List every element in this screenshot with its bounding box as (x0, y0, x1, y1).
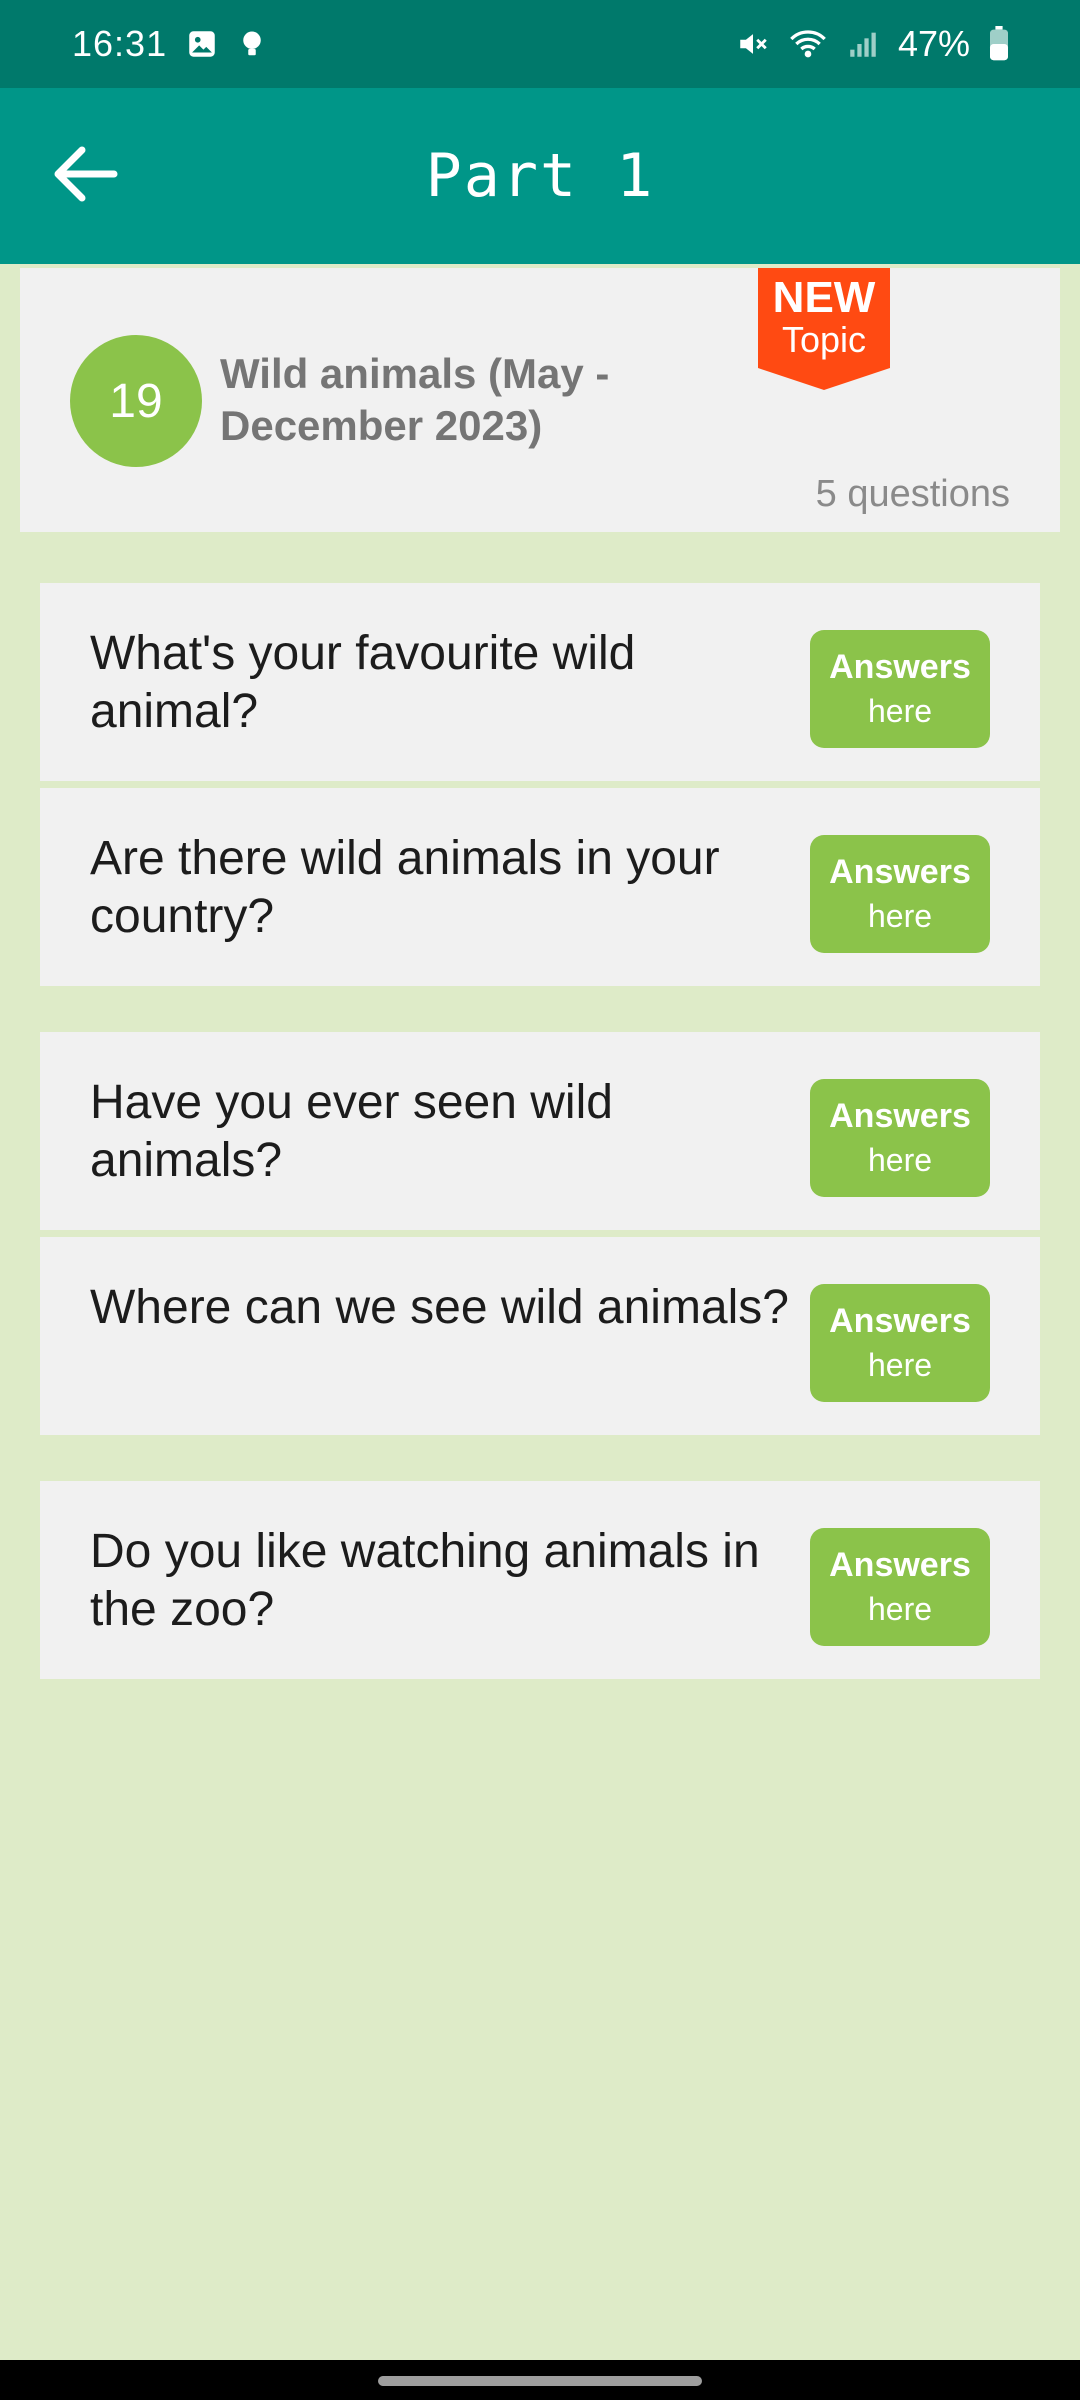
answers-button-label: Answers (829, 1546, 971, 1584)
bulb-icon (237, 27, 267, 61)
question-row: Where can we see wild animals? Answers h… (40, 1237, 1040, 1435)
answers-button-label: Answers (829, 1097, 971, 1135)
signal-icon (846, 27, 880, 61)
answers-button-sublabel: here (867, 898, 933, 934)
answers-button-sublabel: here (867, 1591, 933, 1627)
app-bar: Part 1 (0, 88, 1080, 264)
question-text: Are there wild animals in your country? (90, 832, 720, 943)
question-text: What's your favourite wild animal? (90, 627, 636, 738)
question-text: Have you ever seen wild animals? (90, 1076, 613, 1187)
question-text: Where can we see wild animals? (90, 1281, 789, 1334)
status-left: 16:31 (72, 23, 267, 65)
status-time: 16:31 (72, 23, 168, 64)
mute-icon (736, 27, 770, 61)
wifi-icon (788, 27, 828, 61)
answers-button-label: Answers (829, 853, 971, 891)
new-badge-sublabel: Topic (781, 319, 867, 360)
answers-button[interactable]: Answers here (810, 630, 990, 748)
new-topic-badge: NEW Topic (758, 268, 890, 390)
question-row: What's your favourite wild animal? Answe… (40, 583, 1040, 781)
answers-button-sublabel: here (867, 1142, 933, 1178)
question-row: Have you ever seen wild animals? Answers… (40, 1032, 1040, 1230)
question-row: Are there wild animals in your country? … (40, 788, 1040, 986)
question-text: Do you like watching animals in the zoo? (90, 1525, 760, 1636)
new-badge-label: NEW (772, 273, 876, 322)
answers-button[interactable]: Answers here (810, 1284, 990, 1402)
answers-button-sublabel: here (867, 1347, 933, 1383)
page-title: Part 1 (425, 141, 655, 211)
topic-number-badge: 19 (70, 335, 202, 467)
question-count: 5 questions (815, 473, 1010, 515)
battery-percent: 47% (897, 23, 970, 64)
status-bar: 16:31 47% (0, 0, 1080, 88)
topic-title: Wild animals (May - December 2023) (220, 350, 610, 449)
status-right: 47% (736, 23, 1010, 65)
answers-button-label: Answers (829, 648, 971, 686)
question-row: Do you like watching animals in the zoo?… (40, 1481, 1040, 1679)
answers-button-sublabel: here (867, 693, 933, 729)
answers-button[interactable]: Answers here (810, 1079, 990, 1197)
home-indicator[interactable] (378, 2376, 702, 2386)
answers-button-label: Answers (829, 1302, 971, 1340)
answers-button[interactable]: Answers here (810, 835, 990, 953)
battery-icon (988, 26, 1010, 62)
topic-card: 19 Wild animals (May - December 2023) NE… (20, 268, 1060, 532)
image-icon (185, 27, 219, 61)
system-nav-bar (0, 2360, 1080, 2400)
answers-button[interactable]: Answers here (810, 1528, 990, 1646)
